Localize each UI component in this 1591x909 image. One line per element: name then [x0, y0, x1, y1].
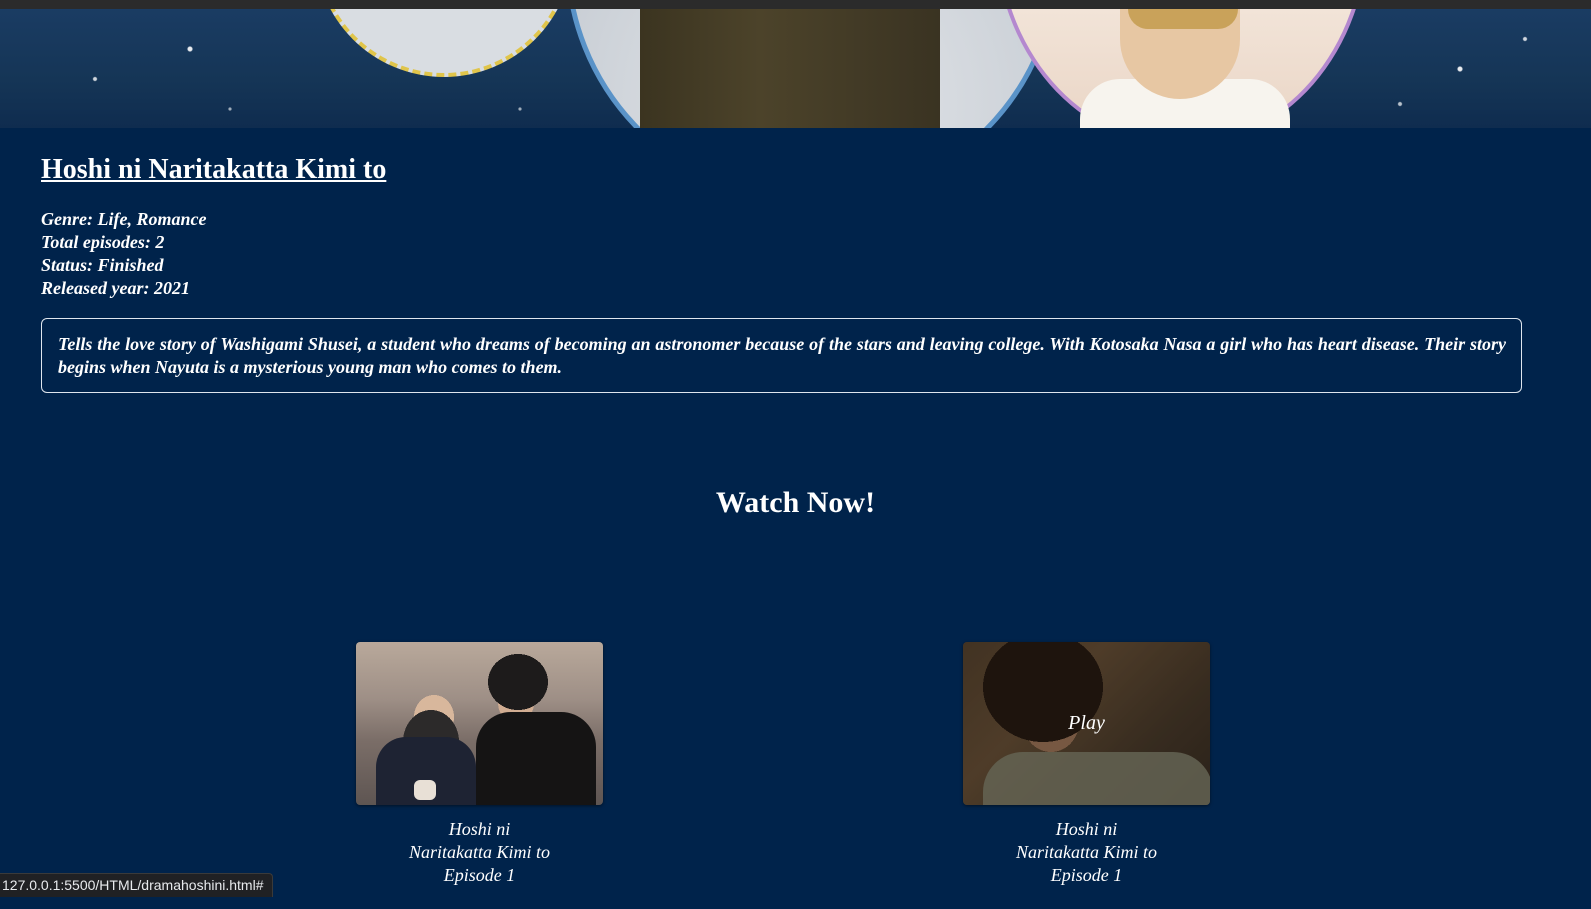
- episode-2-caption-line-1: Hoshi ni: [1055, 819, 1118, 839]
- watch-now-heading: Watch Now!: [715, 486, 876, 519]
- episode-2-thumbnail[interactable]: Play: [963, 642, 1210, 805]
- total-episodes-text: Total episodes: 2: [41, 232, 165, 252]
- episode-card-1[interactable]: Hoshi ni Naritakatta Kimi to Episode 1: [356, 642, 603, 887]
- browser-top-strip: [0, 0, 1591, 9]
- play-label[interactable]: Play: [963, 712, 1210, 735]
- synopsis-box: Tells the love story of Washigami Shusei…: [41, 318, 1522, 393]
- episode-2-caption[interactable]: Hoshi ni Naritakatta Kimi to Episode 1: [963, 818, 1210, 887]
- episode-card-2[interactable]: Play Hoshi ni Naritakatta Kimi to Episod…: [963, 642, 1210, 887]
- banner-figure-coat: [640, 9, 940, 128]
- status-text: Status: Finished: [41, 255, 164, 275]
- header-banner-image: [0, 9, 1591, 128]
- thumbnail-detail: [414, 780, 436, 800]
- drama-info: Genre: Life, Romance Total episodes: 2 S…: [41, 208, 206, 300]
- banner-figure-hair: [1128, 9, 1238, 29]
- browser-status-url: 127.0.0.1:5500/HTML/dramahoshini.html#: [0, 873, 274, 897]
- episode-1-caption-line-1: Hoshi ni: [448, 819, 511, 839]
- episode-1-caption[interactable]: Hoshi ni Naritakatta Kimi to Episode 1: [356, 818, 603, 887]
- genre-text: Genre: Life, Romance: [41, 209, 207, 229]
- episode-1-caption-line-3: Episode 1: [443, 865, 516, 885]
- drama-title: Hoshi ni Naritakatta Kimi to: [41, 154, 387, 185]
- episode-1-thumbnail[interactable]: [356, 642, 603, 805]
- thumbnail-figure-boy: [476, 712, 596, 805]
- episode-2-caption-line-2: Naritakatta Kimi to: [1015, 842, 1157, 862]
- episode-1-caption-line-2: Naritakatta Kimi to: [408, 842, 550, 862]
- banner-circle-left: [315, 9, 573, 77]
- released-year-text: Released year: 2021: [41, 278, 190, 298]
- episode-2-caption-line-3: Episode 1: [1050, 865, 1123, 885]
